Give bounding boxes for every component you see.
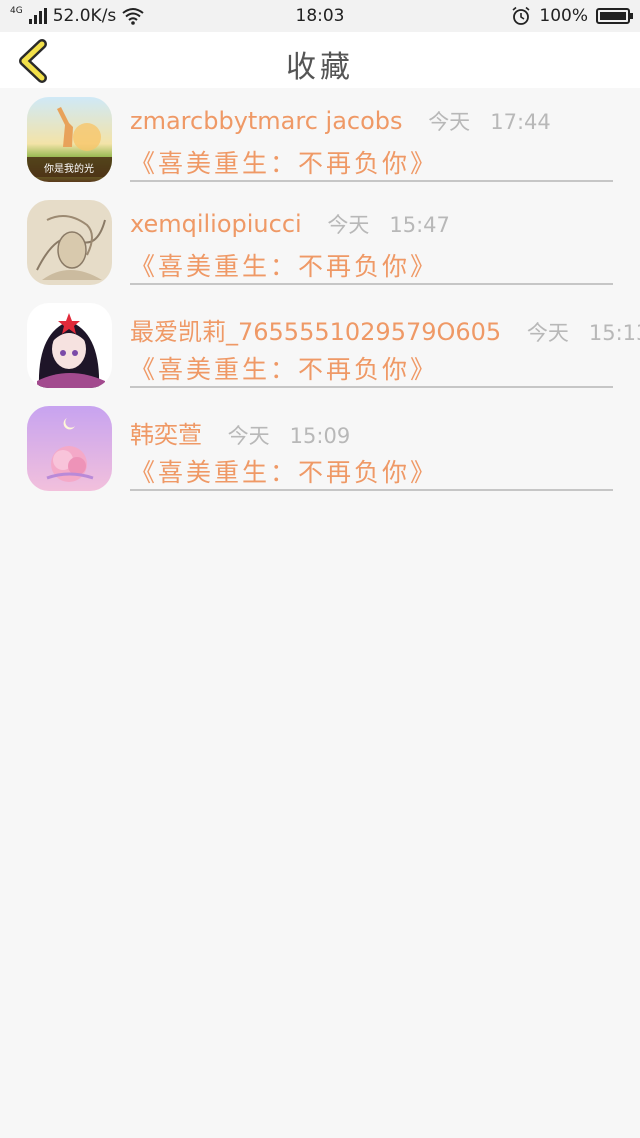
divider bbox=[130, 283, 613, 285]
divider bbox=[130, 386, 613, 388]
user-name: 韩奕萱 今天 15:09 bbox=[130, 421, 351, 449]
book-title: 《喜美重生：不再负你》 bbox=[130, 149, 439, 178]
user-name: 最爱凯莉_7655551029579O605 今天 15:13 bbox=[130, 312, 640, 347]
divider bbox=[130, 489, 613, 491]
avatar bbox=[27, 406, 112, 491]
status-right: 100% bbox=[511, 6, 633, 26]
avatar bbox=[27, 200, 112, 285]
avatar: 你是我的光 bbox=[27, 97, 112, 182]
battery-percent: 100% bbox=[539, 6, 588, 26]
list-item[interactable]: 韩奕萱 今天 15:09 《喜美重生：不再负你》 bbox=[0, 399, 640, 502]
list-item[interactable]: 最爱凯莉_7655551029579O605 今天 15:13 《喜美重生：不再… bbox=[0, 296, 640, 399]
timestamp: 今天 15:09 bbox=[227, 424, 351, 448]
user-name: zmarcbbytmarc jacobs 今天 17:44 bbox=[130, 107, 551, 135]
alarm-icon bbox=[512, 6, 530, 25]
timestamp: 今天 15:13 bbox=[526, 321, 640, 345]
favorites-list: 你是我的光 zmarcbbytmarc jacobs 今天 17:44 《喜美重… bbox=[0, 90, 640, 502]
svg-text:你是我的光: 你是我的光 bbox=[44, 162, 94, 175]
list-item[interactable]: xemqiliopiucci 今天 15:47 《喜美重生：不再负你》 bbox=[0, 193, 640, 296]
user-name: xemqiliopiucci 今天 15:47 bbox=[130, 210, 450, 238]
list-item[interactable]: 你是我的光 zmarcbbytmarc jacobs 今天 17:44 《喜美重… bbox=[0, 90, 640, 193]
avatar bbox=[27, 303, 112, 388]
status-bar: 4G 52.0K/s 18:03 100% bbox=[0, 0, 640, 32]
divider bbox=[130, 180, 613, 182]
book-title: 《喜美重生：不再负你》 bbox=[130, 252, 439, 281]
book-title: 《喜美重生：不再负你》 bbox=[130, 355, 439, 384]
timestamp: 今天 15:47 bbox=[327, 213, 450, 237]
page-title: 收藏 bbox=[286, 50, 354, 85]
timestamp: 今天 17:44 bbox=[428, 110, 551, 134]
app-header: 收藏 bbox=[0, 32, 640, 88]
battery-icon bbox=[596, 8, 633, 24]
book-title: 《喜美重生：不再负你》 bbox=[130, 458, 439, 487]
